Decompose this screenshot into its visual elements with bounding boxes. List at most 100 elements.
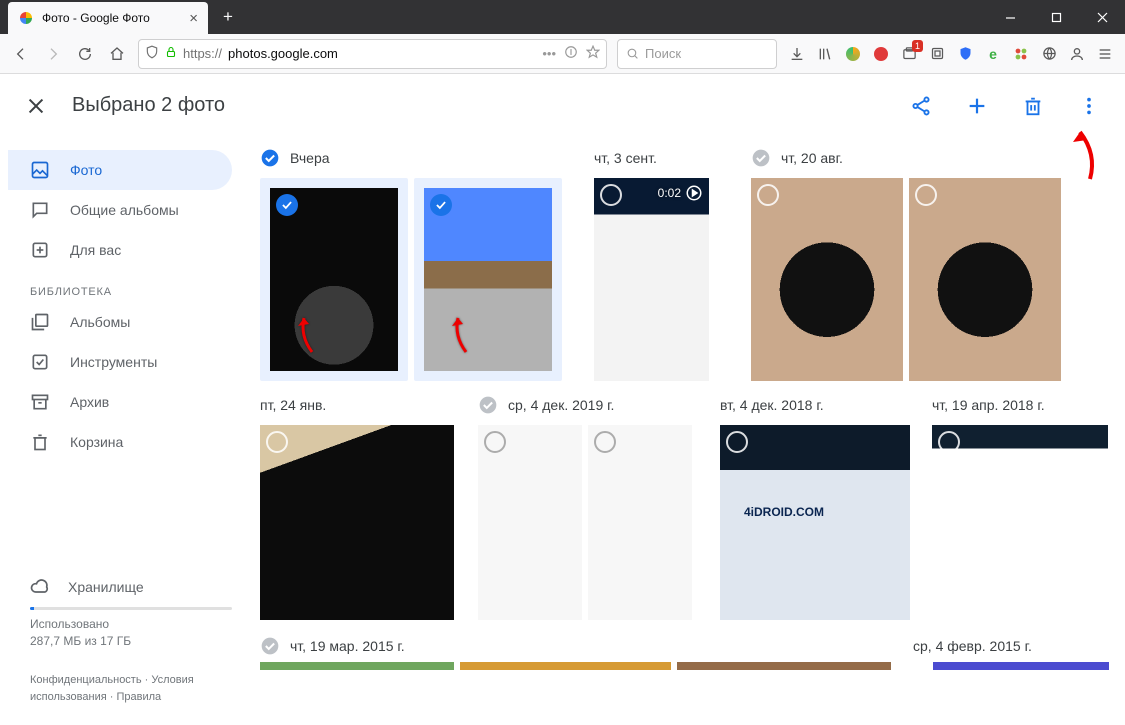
search-icon: [626, 47, 639, 60]
extension-icon[interactable]: [867, 39, 895, 69]
window-close-button[interactable]: [1079, 1, 1125, 33]
photo-thumb[interactable]: 4iDROID.COM: [720, 425, 910, 620]
check-circle-icon[interactable]: [276, 194, 298, 216]
google-photos-favicon-icon: [18, 10, 34, 26]
select-circle-icon[interactable]: [726, 431, 748, 453]
photo-thumb[interactable]: [909, 178, 1061, 381]
photo-thumb[interactable]: [677, 662, 891, 670]
photo-thumb[interactable]: [260, 178, 408, 381]
downloads-icon[interactable]: [783, 39, 811, 69]
storage-bar: [30, 607, 232, 610]
check-circle-icon[interactable]: [478, 395, 498, 415]
date-label: чт, 19 апр. 2018 г.: [932, 397, 1045, 413]
photo-thumb[interactable]: 0:02: [594, 178, 709, 381]
extension-icon[interactable]: [1007, 39, 1035, 69]
share-button[interactable]: [901, 86, 941, 126]
select-circle-icon[interactable]: [915, 184, 937, 206]
account-icon[interactable]: [1063, 39, 1091, 69]
date-header[interactable]: чт, 19 мар. 2015 г.: [260, 632, 700, 660]
sidebar-item-label: Архив: [70, 394, 109, 410]
storage-block[interactable]: Хранилище Использовано 287,7 МБ из 17 ГБ: [8, 569, 248, 650]
select-circle-icon[interactable]: [594, 431, 616, 453]
close-tab-icon[interactable]: ×: [189, 10, 198, 27]
extension-icon[interactable]: [951, 39, 979, 69]
overflow-menu-button[interactable]: [1069, 86, 1109, 126]
extension-icon[interactable]: [1035, 39, 1063, 69]
date-header[interactable]: вт, 4 дек. 2018 г.: [720, 391, 920, 419]
window-minimize-button[interactable]: [987, 1, 1033, 33]
reader-icon[interactable]: [564, 45, 578, 62]
page-actions-icon[interactable]: •••: [542, 46, 556, 61]
storage-used-label: Использовано: [30, 617, 109, 631]
sidebar-item-albums[interactable]: Альбомы: [8, 302, 232, 342]
url-bar[interactable]: https://photos.google.com •••: [138, 39, 607, 69]
photo-thumb[interactable]: [751, 178, 903, 381]
photo-thumb[interactable]: [588, 425, 692, 620]
date-header[interactable]: ср, 4 дек. 2019 г.: [478, 391, 708, 419]
photo-thumb[interactable]: [933, 662, 1109, 670]
date-label: ср, 4 февр. 2015 г.: [913, 638, 1032, 654]
select-circle-icon[interactable]: [600, 184, 622, 206]
sidebar-item-utilities[interactable]: Инструменты: [8, 342, 232, 382]
date-header[interactable]: чт, 3 сент.: [594, 144, 739, 172]
firefox-titlebar: Фото - Google Фото × +: [0, 0, 1125, 34]
photo-thumb[interactable]: [932, 425, 1108, 620]
nav-home-button[interactable]: [102, 39, 132, 69]
select-circle-icon[interactable]: [484, 431, 506, 453]
browser-search-box[interactable]: Поиск: [617, 39, 777, 69]
date-header[interactable]: ср, 4 февр. 2015 г.: [913, 632, 1113, 660]
annotation-arrow-icon: [448, 314, 472, 357]
nav-reload-button[interactable]: [70, 39, 100, 69]
new-tab-button[interactable]: +: [214, 3, 242, 31]
sidebar-item-label: Фото: [70, 162, 102, 178]
sidebar-item-photos[interactable]: Фото: [8, 150, 232, 190]
firefox-toolbar: https://photos.google.com ••• Поиск е: [0, 34, 1125, 74]
extension-icon[interactable]: е: [979, 39, 1007, 69]
video-duration-badge: 0:02: [658, 184, 703, 202]
check-circle-icon[interactable]: [751, 148, 771, 168]
date-label: Вчера: [290, 150, 330, 166]
chat-icon: [30, 200, 50, 220]
bookmark-star-icon[interactable]: [586, 45, 600, 62]
select-circle-icon[interactable]: [938, 431, 960, 453]
deselect-close-button[interactable]: [16, 86, 56, 126]
date-header[interactable]: пт, 24 янв.: [260, 391, 466, 419]
extension-icon[interactable]: [923, 39, 951, 69]
photo-thumb[interactable]: [460, 662, 671, 670]
date-header[interactable]: чт, 20 авг.: [751, 144, 1113, 172]
library-icon[interactable]: [811, 39, 839, 69]
photo-thumb[interactable]: [260, 425, 454, 620]
firefox-menu-icon[interactable]: [1091, 39, 1119, 69]
extension-icon[interactable]: [895, 39, 923, 69]
check-circle-icon[interactable]: [260, 636, 280, 656]
annotation-arrow-icon: [294, 314, 318, 357]
check-circle-icon[interactable]: [430, 194, 452, 216]
nav-forward-button[interactable]: [38, 39, 68, 69]
select-circle-icon[interactable]: [266, 431, 288, 453]
check-circle-icon[interactable]: [260, 148, 280, 168]
footer-links[interactable]: Конфиденциальность · Условия использован…: [8, 672, 248, 713]
date-header[interactable]: чт, 19 апр. 2018 г.: [932, 391, 1113, 419]
sidebar-item-sharing[interactable]: Общие альбомы: [8, 190, 232, 230]
extension-icon[interactable]: [839, 39, 867, 69]
sidebar-section-library: БИБЛИОТЕКА: [30, 286, 248, 298]
utilities-icon: [30, 352, 50, 372]
sidebar-item-trash[interactable]: Корзина: [8, 422, 232, 462]
browser-tab[interactable]: Фото - Google Фото ×: [8, 2, 208, 34]
photo-thumb[interactable]: [414, 178, 562, 381]
storage-title: Хранилище: [68, 579, 144, 595]
select-circle-icon[interactable]: [757, 184, 779, 206]
archive-icon: [30, 392, 50, 412]
sidebar-item-archive[interactable]: Архив: [8, 382, 232, 422]
date-header[interactable]: Вчера: [260, 144, 590, 172]
window-maximize-button[interactable]: [1033, 1, 1079, 33]
photo-thumb[interactable]: [260, 662, 454, 670]
delete-button[interactable]: [1013, 86, 1053, 126]
trash-icon: [30, 432, 50, 452]
search-placeholder: Поиск: [645, 46, 681, 61]
lock-icon: [165, 46, 177, 61]
sidebar-item-for-you[interactable]: Для вас: [8, 230, 232, 270]
photo-thumb[interactable]: [478, 425, 582, 620]
nav-back-button[interactable]: [6, 39, 36, 69]
add-to-button[interactable]: [957, 86, 997, 126]
